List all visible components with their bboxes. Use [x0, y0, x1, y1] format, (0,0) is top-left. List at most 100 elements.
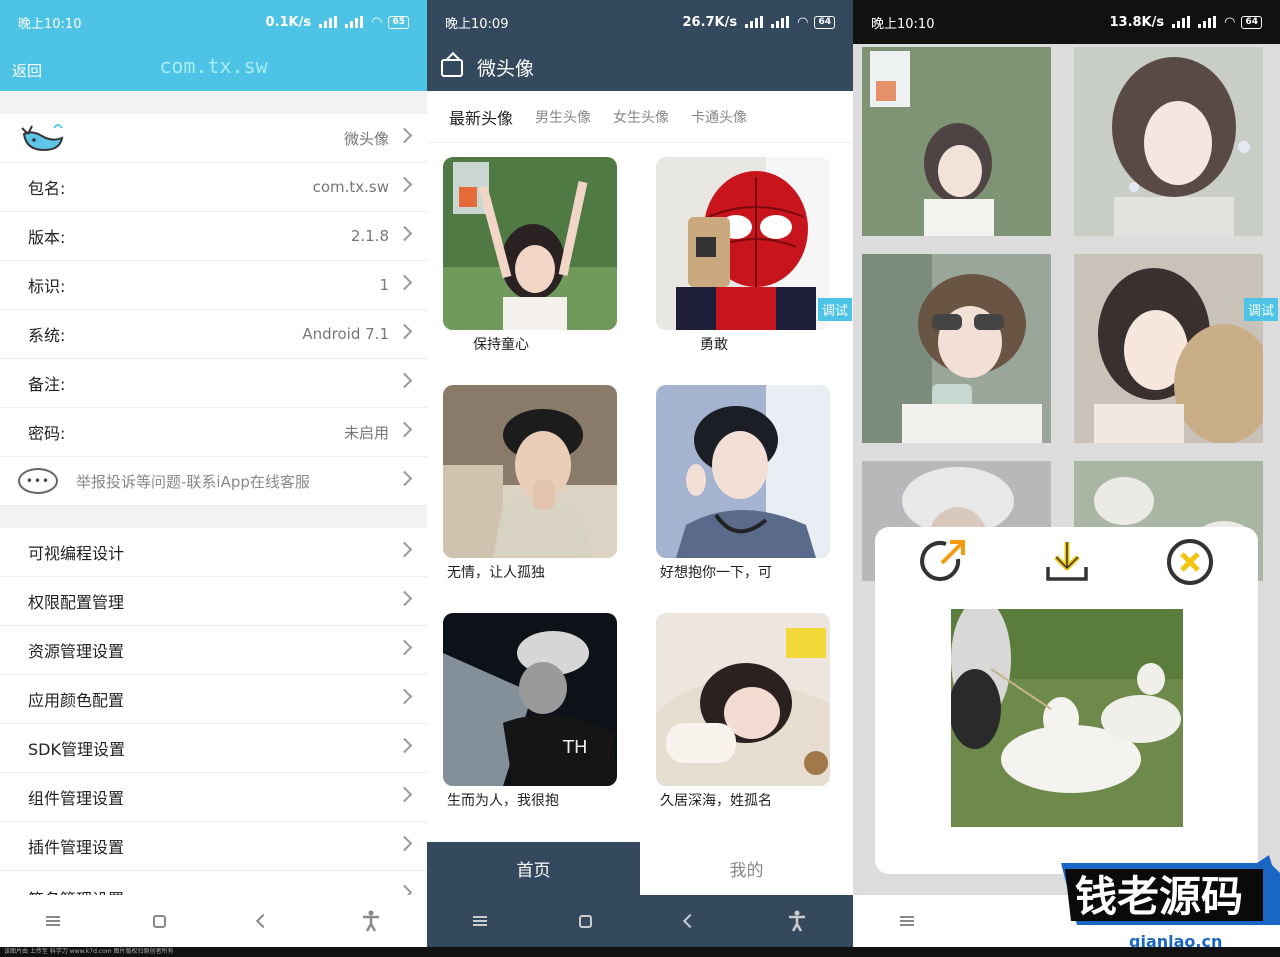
avatar-image[interactable]: [862, 254, 1051, 443]
settings-item[interactable]: 权限配置管理: [0, 577, 427, 626]
chevron-right-icon: [399, 736, 411, 756]
network-speed: 0.1K/s: [265, 14, 312, 30]
chevron-right-icon: [399, 273, 411, 293]
settings-label: 插件管理设置: [28, 838, 125, 857]
app-name-row[interactable]: 微头像: [0, 114, 427, 163]
page-title: com.tx.sw: [159, 54, 268, 78]
app-bar: 返回 com.tx.sw: [0, 44, 427, 91]
wifi-icon: ◠: [371, 14, 383, 30]
row-value: 1: [379, 276, 389, 294]
debug-badge[interactable]: 调试: [818, 298, 853, 321]
note-row[interactable]: 备注:: [0, 359, 427, 408]
menu-icon[interactable]: [473, 916, 488, 926]
row-value: 未启用: [343, 423, 389, 442]
avatar-grid: 保持童心 勇敢 无情，让人孤独 好想抱你一下，可 TH 生而为人，我很抱 久居深…: [427, 143, 853, 843]
preview-dialog: [875, 527, 1258, 874]
row-label: 标识:: [28, 277, 66, 296]
avatar-image[interactable]: [862, 47, 1051, 236]
version-row[interactable]: 版本: 2.1.8: [0, 212, 427, 261]
settings-item[interactable]: 应用颜色配置: [0, 675, 427, 724]
package-row[interactable]: 包名: com.tx.sw: [0, 163, 427, 212]
battery-icon: 65: [388, 15, 409, 29]
chevron-right-icon: [399, 638, 411, 658]
avatar-card[interactable]: 久居深海，姓孤名: [656, 613, 830, 810]
status-time: 晚上10:09: [445, 16, 509, 32]
debug-badge[interactable]: 调试: [1244, 298, 1279, 321]
row-value: Android 7.1: [302, 325, 389, 343]
image-footer: 该图片由 上传至 科学刀 www.k7d.com 图片版权归原创者所有: [0, 947, 1280, 957]
avatar-caption: 勇敢: [700, 337, 728, 353]
chat-icon: •••: [18, 468, 58, 494]
avatar-image: [656, 613, 830, 786]
download-icon[interactable]: [1042, 537, 1092, 587]
row-label: 密码:: [28, 424, 66, 443]
settings-label: 权限配置管理: [28, 593, 125, 612]
battery-icon: 64: [1241, 15, 1262, 29]
settings-item[interactable]: 资源管理设置: [0, 626, 427, 675]
avatar-card[interactable]: 好想抱你一下，可: [656, 385, 830, 582]
tab-female[interactable]: 女生头像: [613, 107, 669, 127]
share-icon[interactable]: [918, 537, 968, 587]
row-label: 包名:: [28, 179, 66, 198]
avatar-caption: 无情，让人孤独: [447, 565, 545, 581]
chevron-right-icon: [399, 224, 411, 244]
avatar-caption: 久居深海，姓孤名: [660, 793, 772, 809]
menu-icon[interactable]: [46, 916, 61, 926]
settings-item[interactable]: 组件管理设置: [0, 773, 427, 822]
battery-icon: 64: [814, 15, 835, 29]
row-label: 备注:: [28, 375, 66, 394]
system-row[interactable]: 系统: Android 7.1: [0, 310, 427, 359]
settings-item[interactable]: SDK管理设置: [0, 724, 427, 773]
report-text: 举报投诉等问题-联系iApp在线客服: [76, 472, 310, 491]
watermark-main: 钱老源码: [1075, 872, 1243, 921]
home-icon[interactable]: [579, 914, 593, 928]
avatar-card[interactable]: 保持童心: [443, 157, 617, 354]
page-title: 微头像: [477, 58, 535, 80]
chevron-right-icon: [399, 175, 411, 195]
signal-icon: [771, 16, 790, 28]
status-time: 晚上10:10: [871, 16, 935, 32]
tab-latest[interactable]: 最新头像: [449, 105, 513, 129]
chevron-right-icon: [399, 420, 411, 440]
tab-cartoon[interactable]: 卡通头像: [691, 107, 747, 127]
nav-mine[interactable]: 我的: [640, 842, 853, 895]
avatar-image[interactable]: [1074, 47, 1263, 236]
avatar-card[interactable]: 无情，让人孤独: [443, 385, 617, 582]
avatar-image: [656, 385, 830, 558]
tv-icon: [441, 58, 463, 77]
avatar-preview-screen: 晚上10:10 13.8K/s ◠ 64 调试: [853, 0, 1280, 947]
avatar-card[interactable]: TH 生而为人，我很抱: [443, 613, 617, 810]
avatar-image[interactable]: [1074, 254, 1274, 444]
avatar-card[interactable]: 勇敢: [656, 157, 830, 354]
system-nav-bar: [0, 895, 427, 947]
home-icon[interactable]: [152, 914, 166, 928]
settings-label: SDK管理设置: [28, 740, 125, 759]
accessibility-icon[interactable]: [787, 910, 807, 932]
wifi-icon: ◠: [1224, 14, 1236, 30]
settings-list: 可视编程设计 权限配置管理 资源管理设置 应用颜色配置 SDK管理设置 组件管理…: [0, 528, 427, 911]
report-row[interactable]: ••• 举报投诉等问题-联系iApp在线客服: [0, 457, 427, 506]
back-icon[interactable]: [256, 913, 271, 929]
menu-icon[interactable]: [899, 916, 914, 926]
network-speed: 26.7K/s: [682, 14, 738, 30]
avatar-caption: 好想抱你一下，可: [660, 565, 772, 581]
nav-home[interactable]: 首页: [427, 842, 640, 895]
back-icon[interactable]: [682, 913, 697, 929]
settings-item[interactable]: 插件管理设置: [0, 822, 427, 871]
whale-icon: [21, 124, 64, 152]
identifier-row[interactable]: 标识: 1: [0, 261, 427, 310]
chevron-right-icon: [399, 126, 411, 146]
chevron-right-icon: [399, 834, 411, 854]
wifi-icon: ◠: [797, 14, 809, 30]
signal-icon: [745, 16, 764, 28]
avatar-gallery-screen: 晚上10:09 26.7K/s ◠ 64 微头像 最新头像 男生头像 女生头像 …: [427, 0, 853, 947]
info-list: 微头像 包名: com.tx.sw 版本: 2.1.8 标识: 1 系统: An…: [0, 114, 427, 506]
password-row[interactable]: 密码: 未启用: [0, 408, 427, 457]
accessibility-icon[interactable]: [361, 910, 381, 932]
settings-item[interactable]: 可视编程设计: [0, 528, 427, 577]
svg-text:TH: TH: [562, 737, 588, 758]
chevron-right-icon: [399, 687, 411, 707]
tab-male[interactable]: 男生头像: [535, 107, 591, 127]
close-icon[interactable]: [1165, 537, 1215, 587]
app-info-screen: 晚上10:10 0.1K/s ◠ 65 返回 com.tx.sw 微头像 包名:…: [0, 0, 427, 947]
